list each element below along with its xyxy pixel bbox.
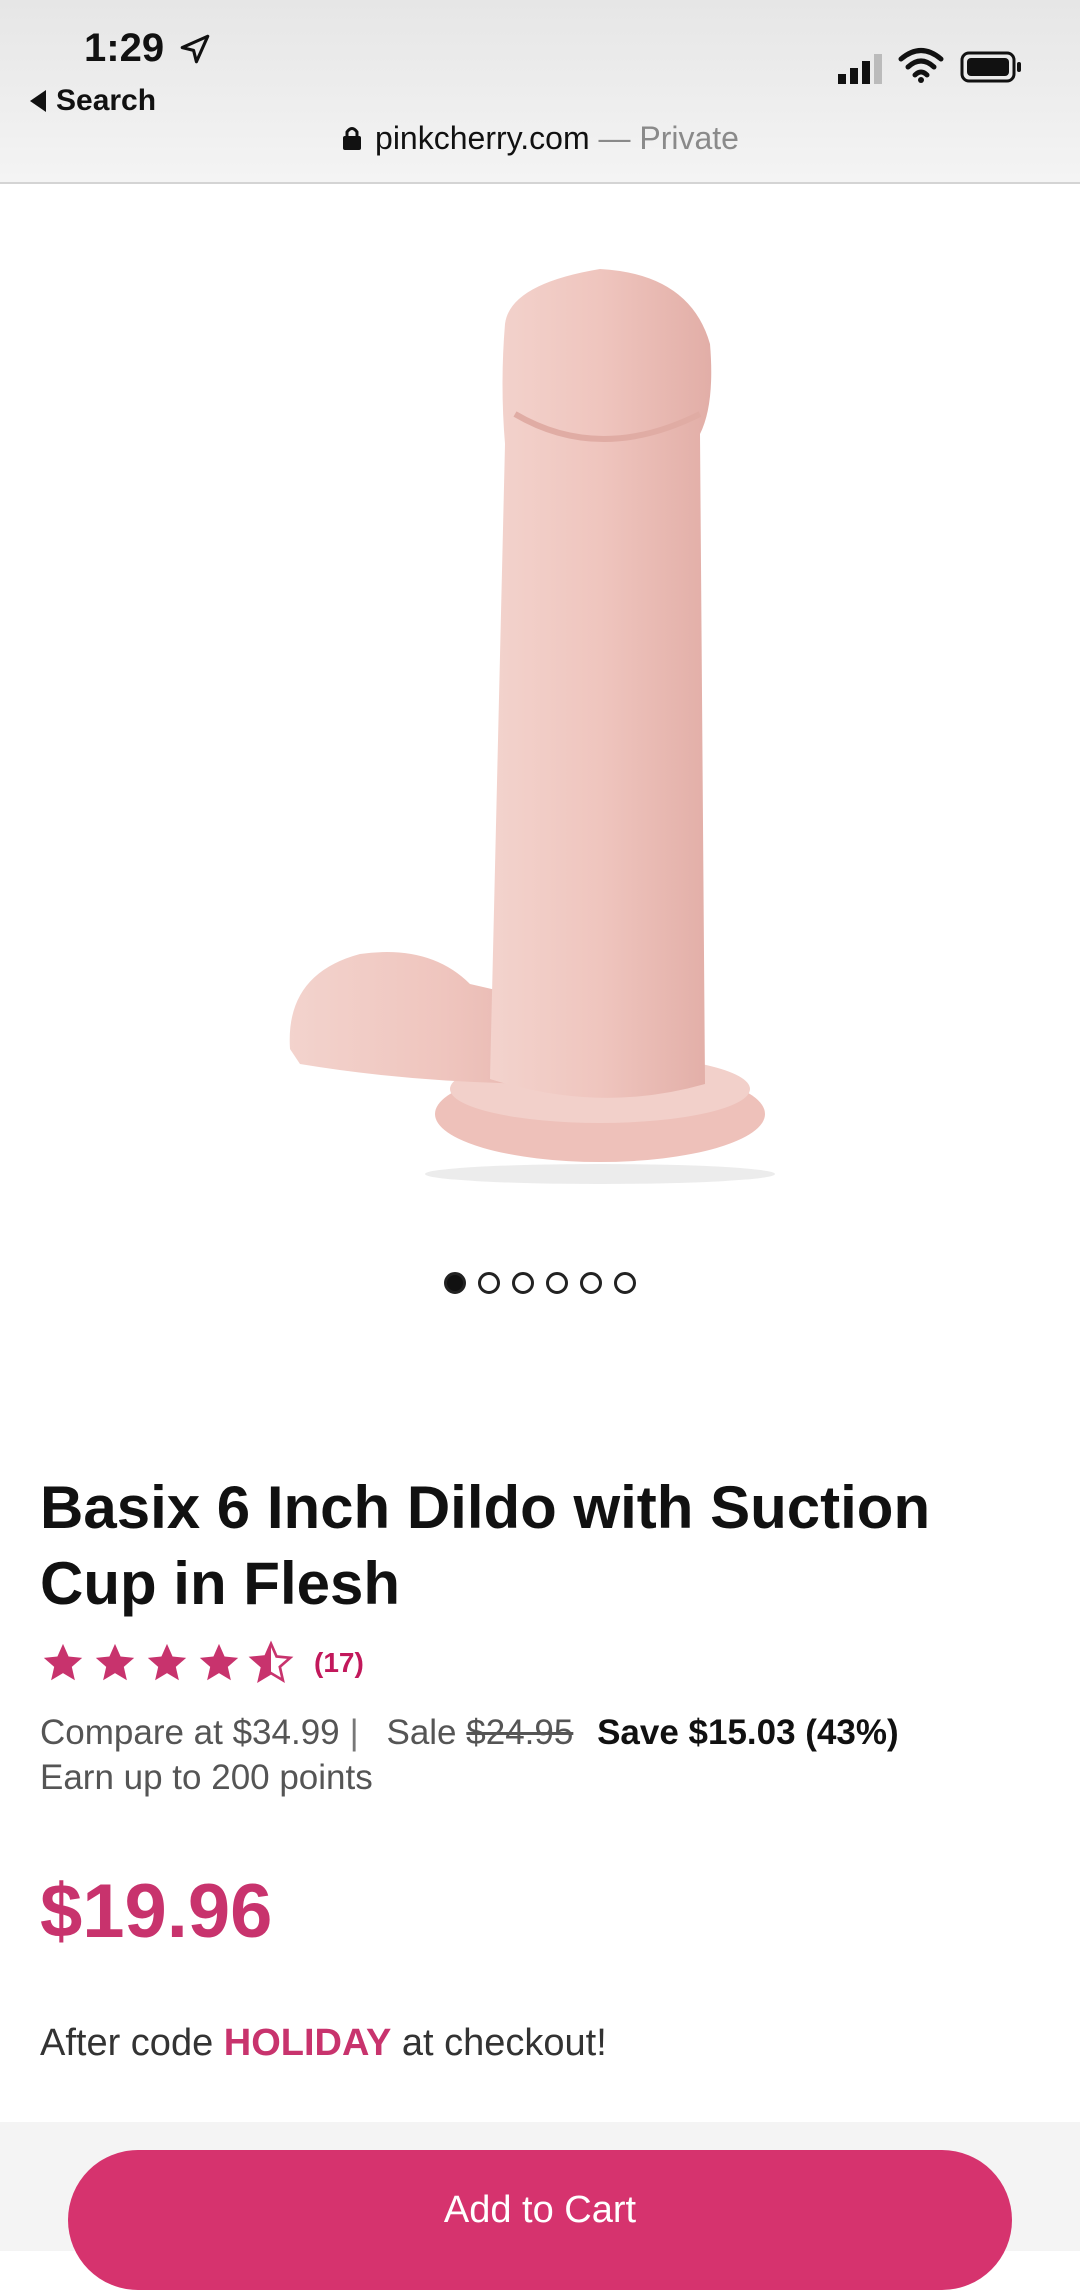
- gallery-dot-6[interactable]: [614, 1272, 636, 1294]
- savings-label: Save $15.03 (43%): [597, 1713, 899, 1752]
- gallery-pagination: [0, 1272, 1080, 1294]
- compare-at-price: Compare at $34.99: [40, 1713, 340, 1752]
- promo-message: After code HOLIDAY at checkout!: [40, 2022, 607, 2065]
- promo-prefix: After code: [40, 2022, 214, 2064]
- gallery-dot-5[interactable]: [580, 1272, 602, 1294]
- review-count[interactable]: (17): [314, 1647, 364, 1679]
- private-mode-label: Private: [639, 120, 739, 156]
- lock-icon: [343, 127, 362, 150]
- wifi-icon: [898, 48, 944, 83]
- product-image[interactable]: [0, 184, 1080, 1244]
- url-domain: pinkcherry.com: [375, 120, 590, 156]
- back-label: Search: [56, 84, 157, 117]
- cellular-signal-icon: [838, 54, 882, 84]
- gallery-dot-1[interactable]: [444, 1272, 466, 1294]
- gallery-dot-2[interactable]: [478, 1272, 500, 1294]
- star-filled-icon: [199, 1643, 239, 1681]
- promo-code: HOLIDAY: [223, 2022, 392, 2064]
- back-to-search-button[interactable]: Search: [30, 84, 156, 118]
- star-half-icon: [248, 1640, 294, 1684]
- sale-price-strikethrough: $24.95: [466, 1713, 574, 1752]
- url-separator: —: [589, 120, 640, 156]
- location-arrow-icon: [180, 34, 210, 64]
- gallery-dot-3[interactable]: [512, 1272, 534, 1294]
- promo-suffix: at checkout!: [401, 2022, 607, 2064]
- browser-top-bar: 1:29 Search pinkcherry.com — Private: [0, 0, 1080, 184]
- back-arrow-icon: [30, 90, 46, 112]
- star-filled-icon: [43, 1643, 83, 1681]
- gallery-dot-4[interactable]: [546, 1272, 568, 1294]
- product-rating[interactable]: (17): [40, 1640, 364, 1686]
- status-time: 1:29: [84, 26, 165, 70]
- add-to-cart-button[interactable]: Add to Cart: [68, 2150, 1012, 2290]
- reward-points: Earn up to 200 points: [40, 1758, 373, 1797]
- final-price: $19.96: [40, 1869, 273, 1954]
- product-title: Basix 6 Inch Dildo with Suction Cup in F…: [40, 1474, 931, 1617]
- price-separator: |: [349, 1713, 359, 1752]
- star-filled-icon: [95, 1643, 135, 1681]
- battery-icon: [960, 51, 1021, 83]
- price-comparison: Compare at $34.99 | Sale $24.95 Save $15.…: [40, 1708, 899, 1758]
- star-filled-icon: [147, 1643, 187, 1681]
- address-bar[interactable]: pinkcherry.com — Private: [0, 120, 1080, 157]
- sale-label: Sale: [386, 1713, 457, 1752]
